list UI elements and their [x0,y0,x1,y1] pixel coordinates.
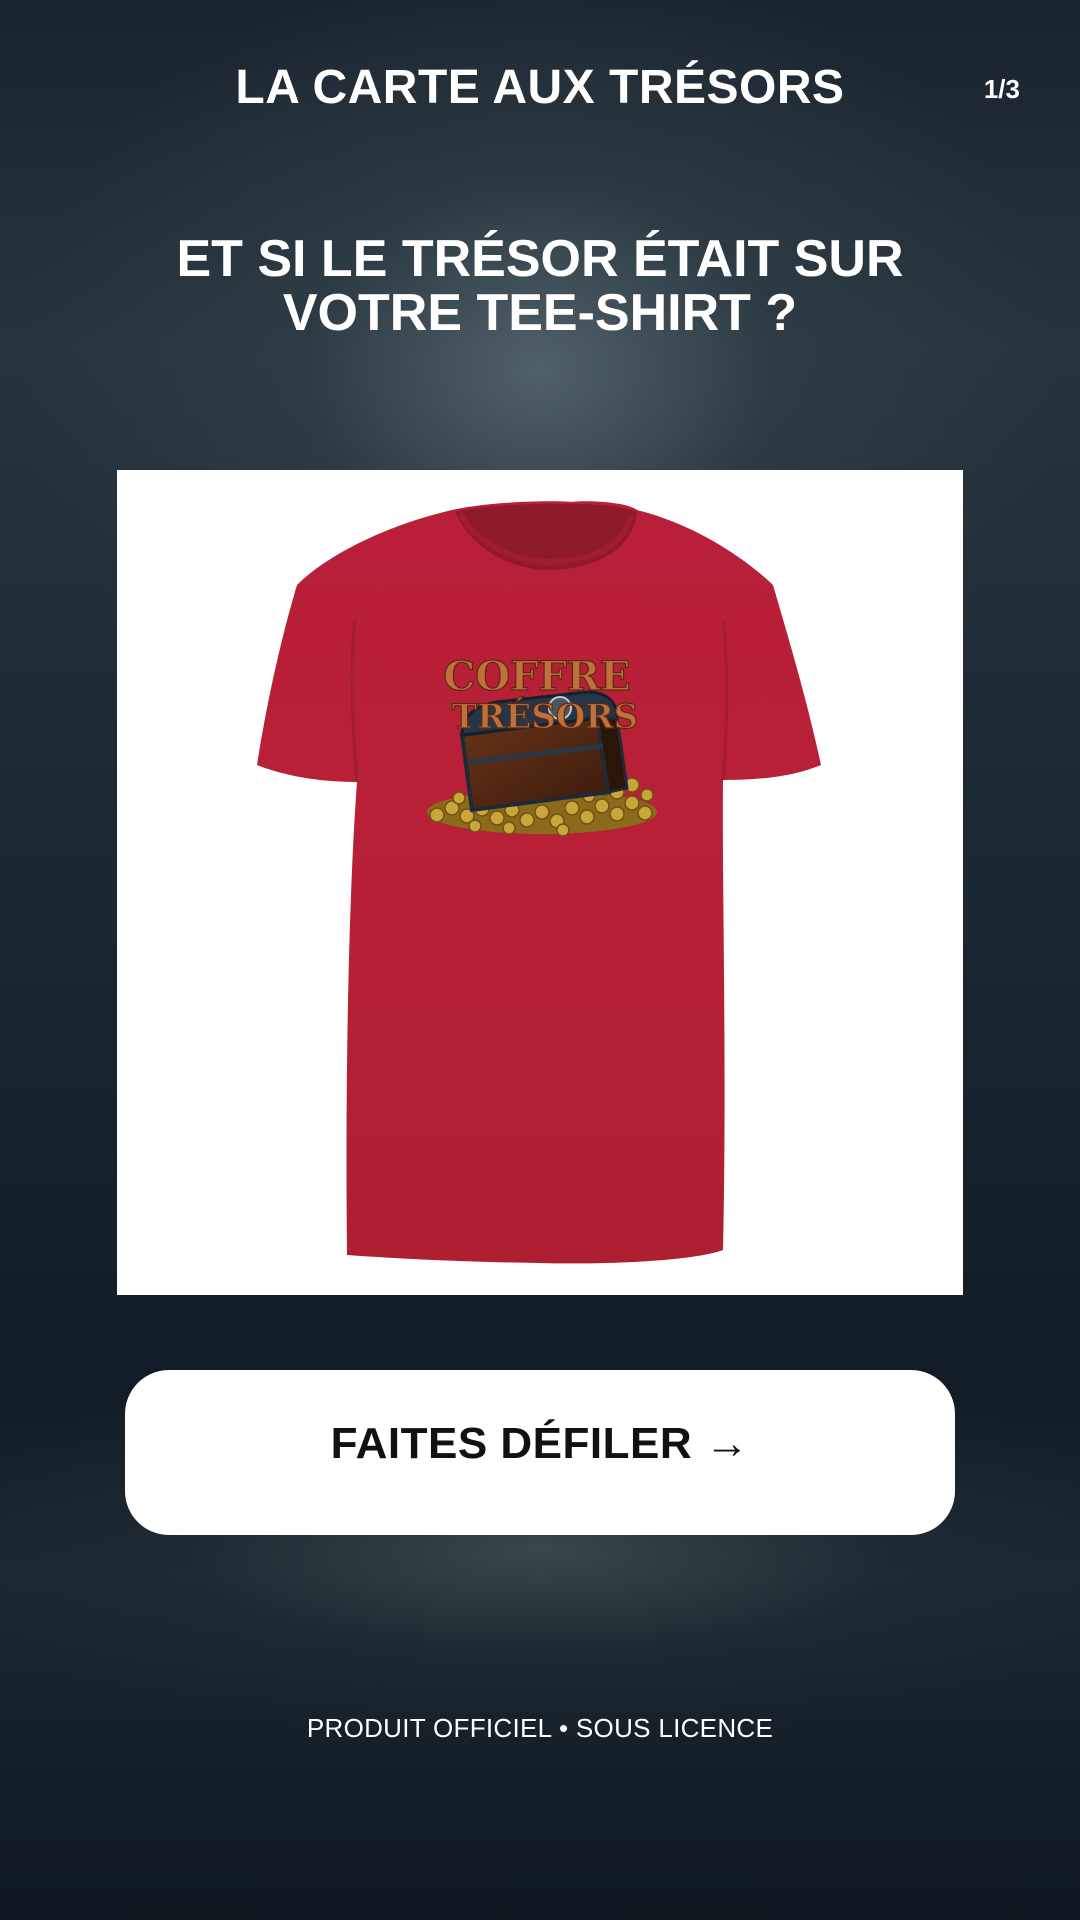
tshirt-image: COFFRE TRÉSORS [257,501,821,1264]
page-counter: 1/3 [983,74,1020,104]
headline-line-2: VOTRE TEE-SHIRT ? [282,284,798,342]
headline-line-1: ET SI LE TRÉSOR ÉTAIT SUR [176,230,904,288]
page-title: LA CARTE AUX TRÉSORS [235,61,845,114]
scroll-button-label: FAITES DÉFILER → [330,1418,750,1468]
footer-license-text: PRODUIT OFFICIEL • SOUS LICENCE [306,1713,774,1743]
headline: ET SI LE TRÉSOR ÉTAIT SUR VOTRE TEE-SHIR… [90,232,990,340]
tshirt-body [257,501,821,1264]
product-image-card: COFFRE TRÉSORS [117,470,963,1295]
print-logo-text: COFFRE TRÉSORS [443,652,639,737]
print-text-line-2: TRÉSORS [452,696,638,737]
scroll-button[interactable]: FAITES DÉFILER → [125,1370,955,1535]
print-text-line-1: COFFRE [443,653,630,700]
